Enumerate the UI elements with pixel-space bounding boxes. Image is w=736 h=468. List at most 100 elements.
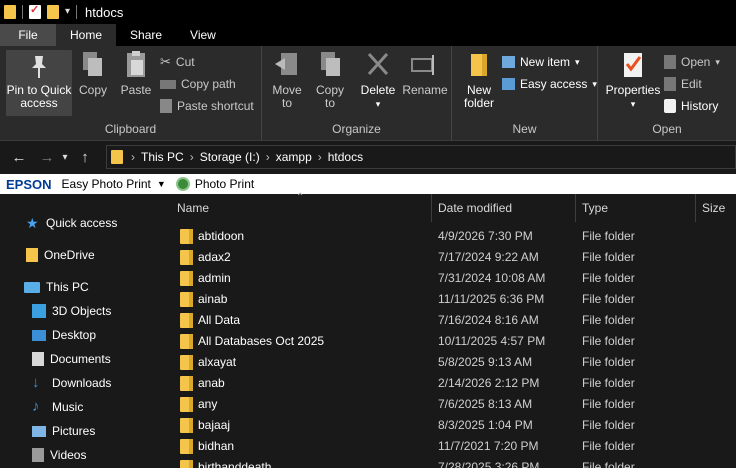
organize-group: Move to Copy to Delete ▾ Rename Organize [262,46,452,141]
breadcrumb-chevron-icon[interactable]: › [318,150,322,164]
file-type: File folder [582,376,635,390]
up-arrow-icon[interactable]: ↑ [74,149,96,166]
folder-icon [180,355,193,370]
new-folder-button[interactable]: New folder [460,50,498,110]
column-headers: ⌃ Name Date modified Type Size [158,192,736,222]
file-name: ainab [198,292,228,306]
column-header-size[interactable]: Size [702,194,725,222]
breadcrumb-chevron-icon[interactable]: › [190,150,194,164]
file-row[interactable]: alxayat 5/8/2025 9:13 AM File folder [158,352,736,373]
pin-label: Pin to Quick access [6,83,72,110]
properties-icon[interactable] [29,3,41,19]
photo-print-button[interactable]: Photo Print [195,177,254,191]
file-date: 8/3/2025 1:04 PM [438,418,533,432]
pin-to-quick-access-button[interactable]: Pin to Quick access [6,50,72,116]
tab-file[interactable]: File [0,24,56,46]
easy-photo-print-button[interactable]: Easy Photo Print [62,177,151,191]
back-arrow-icon[interactable]: ← [8,149,30,166]
cut-button[interactable]: ✂ Cut [160,52,195,72]
nav-documents[interactable]: Documents [32,348,111,370]
easy-access-icon [502,78,515,90]
file-date: 2/14/2026 2:12 PM [438,376,540,390]
window-title: htdocs [85,4,124,20]
file-type: File folder [582,250,635,264]
nav-onedrive[interactable]: OneDrive [26,244,95,266]
customize-toolbar-chevron-icon[interactable]: ▾ [65,7,70,17]
file-row[interactable]: any 7/6/2025 8:13 AM File folder [158,394,736,415]
nav-quick-access[interactable]: ★ Quick access [26,212,117,234]
file-row[interactable]: birthanddeath 7/28/2025 3:26 PM File folde… [158,457,736,468]
rename-icon [411,55,434,75]
breadcrumb-chevron-icon[interactable]: › [131,150,135,164]
file-row[interactable]: bidhan 11/7/2021 7:20 PM File folder [158,436,736,457]
nav-label: 3D Objects [52,304,112,318]
new-group: New folder New item ▾ Easy access ▾ New [452,46,598,141]
chevron-down-icon[interactable]: ▼ [157,179,166,189]
new-folder-icon [471,54,487,76]
nav-desktop[interactable]: Desktop [32,324,96,346]
folder-icon [180,292,193,307]
nav-downloads[interactable]: ↓ Downloads [32,372,111,394]
breadcrumb-this-pc[interactable]: This PC [141,150,184,164]
tab-home[interactable]: Home [56,24,117,46]
column-header-date[interactable]: Date modified [438,194,512,222]
history-button[interactable]: History [664,96,718,116]
desktop-icon [32,329,46,341]
edit-button[interactable]: Edit [664,74,702,94]
recent-locations-chevron-icon[interactable]: ▾ [58,152,72,163]
tab-view[interactable]: View [176,24,230,46]
download-arrow-icon: ↓ [32,374,40,391]
breadcrumb-htdocs[interactable]: htdocs [328,150,363,164]
new-item-button[interactable]: New item ▾ [502,52,580,72]
properties-button[interactable]: Properties ▾ [604,50,662,111]
easy-access-button[interactable]: Easy access ▾ [502,74,597,94]
delete-button[interactable]: Delete ▾ [358,50,398,111]
forward-arrow-icon[interactable]: → [36,149,58,166]
nav-videos[interactable]: Videos [32,444,86,466]
copy-button[interactable]: Copy [76,50,110,97]
move-to-button[interactable]: Move to [268,50,306,110]
nav-this-pc[interactable]: This PC [24,276,89,298]
paste-button[interactable]: Paste [116,50,156,97]
file-row[interactable]: bajaaj 8/3/2025 1:04 PM File folder [158,415,736,436]
copy-path-label: Copy path [181,77,236,91]
breadcrumb-storage[interactable]: Storage (I:) [200,150,260,164]
nav-pictures[interactable]: Pictures [32,420,95,442]
file-row[interactable]: admin 7/31/2024 10:08 AM File folder [158,268,736,289]
column-separator[interactable] [575,194,576,222]
file-date: 7/17/2024 9:22 AM [438,250,539,264]
file-row[interactable]: adax2 7/17/2024 9:22 AM File folder [158,247,736,268]
paste-label: Paste [120,83,152,97]
address-bar[interactable]: › This PC › Storage (I:) › xampp › htdoc… [106,145,736,169]
file-type: File folder [582,439,635,453]
copy-path-button[interactable]: Copy path [160,74,236,94]
paste-shortcut-button[interactable]: Paste shortcut [160,96,254,116]
breadcrumb-chevron-icon[interactable]: › [266,150,270,164]
file-row[interactable]: ainab 11/11/2025 6:36 PM File folder [158,289,736,310]
chevron-down-icon: ▾ [575,56,580,67]
nav-label: Quick access [46,216,118,230]
file-row[interactable]: anab 2/14/2026 2:12 PM File folder [158,373,736,394]
column-separator[interactable] [695,194,696,222]
nav-3d-objects[interactable]: 3D Objects [32,300,111,322]
column-header-type[interactable]: Type [582,194,608,222]
column-header-name[interactable]: Name [177,194,209,222]
clipboard-group: Pin to Quick access Copy Paste ✂ Cut Cop… [0,46,262,141]
open-button[interactable]: Open ▾ [664,52,720,72]
new-folder-icon[interactable] [47,5,59,19]
file-row[interactable]: abtidoon 4/9/2026 7:30 PM File folder [158,226,736,247]
nav-music[interactable]: ♪ Music [32,396,83,418]
tab-share[interactable]: Share [116,24,176,46]
column-separator[interactable] [431,194,432,222]
copy-to-button[interactable]: Copy to [312,50,348,110]
properties-checkmark-icon [624,53,642,77]
ribbon: Pin to Quick access Copy Paste ✂ Cut Cop… [0,46,736,141]
rename-button[interactable]: Rename [402,50,448,97]
file-row[interactable]: All Data 7/16/2024 8:16 AM File folder [158,310,736,331]
breadcrumb-xampp[interactable]: xampp [276,150,312,164]
epson-logo: EPSON [6,176,52,192]
history-label: History [681,99,719,113]
file-row[interactable]: All Databases Oct 2025 10/11/2025 4:57 PM… [158,331,736,352]
history-icon [664,99,676,113]
file-date: 7/31/2024 10:08 AM [438,271,546,285]
